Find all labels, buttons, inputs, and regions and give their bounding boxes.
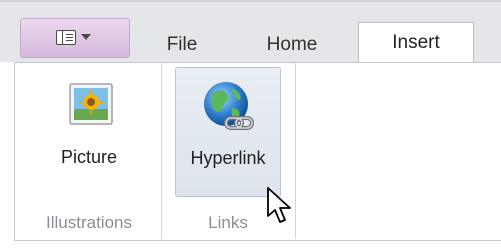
group-label-illustrations: Illustrations <box>46 213 132 232</box>
tab-insert[interactable]: Insert <box>358 22 474 66</box>
picture-icon <box>69 83 113 125</box>
app-menu-button[interactable] <box>20 18 130 58</box>
hyperlink-label: Hyperlink <box>190 148 266 168</box>
tab-home[interactable]: Home <box>252 30 332 64</box>
group-separator <box>161 63 162 239</box>
ribbon-bottom-border <box>14 240 501 241</box>
tab-file[interactable]: File <box>158 30 206 64</box>
globe-link-icon <box>204 82 254 130</box>
tab-bar: File Home Insert <box>0 0 501 66</box>
chevron-down-icon <box>81 34 91 40</box>
picture-button[interactable]: Picture <box>39 67 139 197</box>
ribbon-window: File Home Insert Picture Illustrations H… <box>0 0 501 248</box>
picture-label: Picture <box>60 147 118 167</box>
panel-layout-icon <box>56 30 76 45</box>
ribbon-panel: Picture Illustrations Hyperlink Links <box>14 62 501 240</box>
hyperlink-button[interactable]: Hyperlink <box>175 67 281 197</box>
mouse-cursor-icon <box>267 187 291 223</box>
